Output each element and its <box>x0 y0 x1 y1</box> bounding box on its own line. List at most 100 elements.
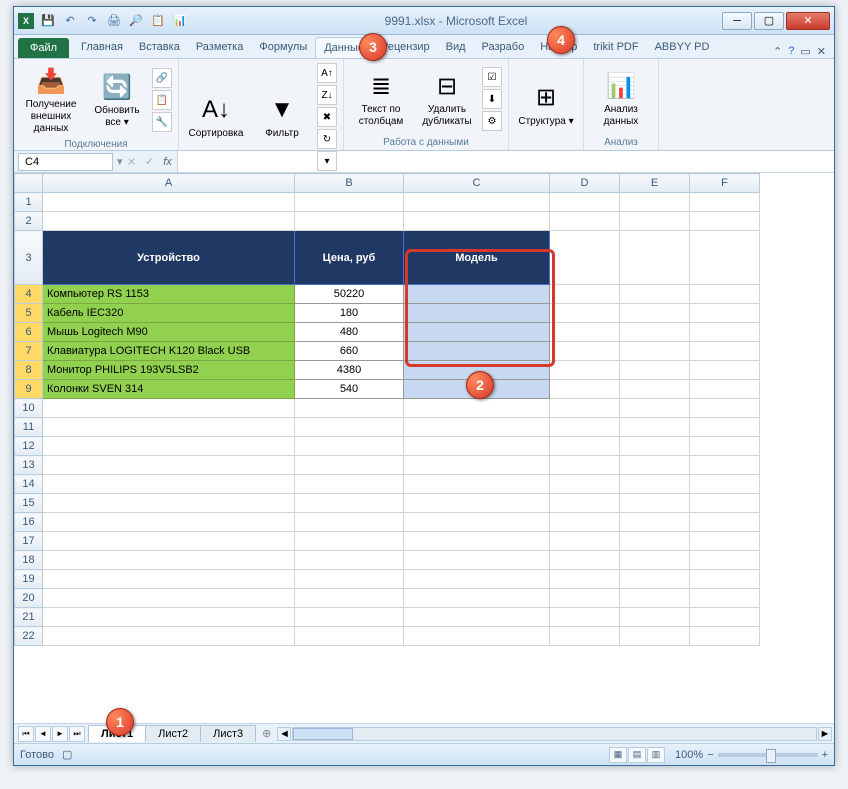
cell-F13[interactable] <box>690 456 760 475</box>
cell-A17[interactable] <box>43 532 295 551</box>
cell-E17[interactable] <box>620 532 690 551</box>
cell-A14[interactable] <box>43 475 295 494</box>
cell-B21[interactable] <box>295 608 404 627</box>
cell-B3[interactable]: Цена, руб <box>295 231 404 285</box>
page-break-view-icon[interactable]: ▥ <box>647 747 665 763</box>
cell-C11[interactable] <box>404 418 550 437</box>
cell-B9[interactable]: 540 <box>295 380 404 399</box>
worksheet-grid[interactable]: ABCDEF123УстройствоЦена, рубМодель4Компь… <box>14 173 834 723</box>
ribbon-tab-Формулы[interactable]: Формулы <box>251 37 315 58</box>
row-header-18[interactable]: 18 <box>15 551 43 570</box>
cell-B6[interactable]: 480 <box>295 323 404 342</box>
ribbon-tab-trikit PDF[interactable]: trikit PDF <box>585 37 646 58</box>
cell-F9[interactable] <box>690 380 760 399</box>
tab-first-icon[interactable]: ⏮ <box>18 726 34 742</box>
close-button[interactable]: ✕ <box>786 12 830 30</box>
cell-C19[interactable] <box>404 570 550 589</box>
ribbon-tab-Разметка[interactable]: Разметка <box>188 37 252 58</box>
zoom-out-icon[interactable]: − <box>707 749 713 761</box>
cell-E7[interactable] <box>620 342 690 361</box>
cell-D12[interactable] <box>550 437 620 456</box>
cell-C15[interactable] <box>404 494 550 513</box>
ribbon-Текст-по-столбцам[interactable]: ≣Текст по столбцам <box>350 68 412 130</box>
ribbon-tab-ABBYY PD[interactable]: ABBYY PD <box>647 37 718 58</box>
cell-B19[interactable] <box>295 570 404 589</box>
cell-E12[interactable] <box>620 437 690 456</box>
cell-D22[interactable] <box>550 627 620 646</box>
cell-E13[interactable] <box>620 456 690 475</box>
cell-A13[interactable] <box>43 456 295 475</box>
cell-D1[interactable] <box>550 193 620 212</box>
cell-B7[interactable]: 660 <box>295 342 404 361</box>
scroll-right-icon[interactable]: ► <box>818 727 832 741</box>
row-header-1[interactable]: 1 <box>15 193 43 212</box>
cell-D9[interactable] <box>550 380 620 399</box>
qat-btn-4[interactable]: 🔎 <box>126 11 146 31</box>
cell-E10[interactable] <box>620 399 690 418</box>
cell-B13[interactable] <box>295 456 404 475</box>
cell-C3[interactable]: Модель <box>404 231 550 285</box>
row-header-13[interactable]: 13 <box>15 456 43 475</box>
cell-A19[interactable] <box>43 570 295 589</box>
cell-E6[interactable] <box>620 323 690 342</box>
macro-record-icon[interactable]: ▢ <box>62 748 72 761</box>
ribbon-small-btn[interactable]: ✖ <box>317 107 337 127</box>
ribbon-small-btn[interactable]: Z↓ <box>317 85 337 105</box>
row-header-16[interactable]: 16 <box>15 513 43 532</box>
cell-B22[interactable] <box>295 627 404 646</box>
row-header-8[interactable]: 8 <box>15 361 43 380</box>
cell-A22[interactable] <box>43 627 295 646</box>
cell-D6[interactable] <box>550 323 620 342</box>
row-header-4[interactable]: 4 <box>15 285 43 304</box>
zoom-level[interactable]: 100% <box>675 749 703 761</box>
cell-A5[interactable]: Кабель IEC320 <box>43 304 295 323</box>
cell-B5[interactable]: 180 <box>295 304 404 323</box>
cell-A21[interactable] <box>43 608 295 627</box>
cell-C7[interactable] <box>404 342 550 361</box>
row-header-7[interactable]: 7 <box>15 342 43 361</box>
row-header-10[interactable]: 10 <box>15 399 43 418</box>
cell-E16[interactable] <box>620 513 690 532</box>
cell-F6[interactable] <box>690 323 760 342</box>
cell-C1[interactable] <box>404 193 550 212</box>
row-header-6[interactable]: 6 <box>15 323 43 342</box>
cell-F15[interactable] <box>690 494 760 513</box>
row-header-20[interactable]: 20 <box>15 589 43 608</box>
cell-E3[interactable] <box>620 231 690 285</box>
cell-C16[interactable] <box>404 513 550 532</box>
cell-A20[interactable] <box>43 589 295 608</box>
cell-D15[interactable] <box>550 494 620 513</box>
cell-A15[interactable] <box>43 494 295 513</box>
cell-B14[interactable] <box>295 475 404 494</box>
cell-A7[interactable]: Клавиатура LOGITECH K120 Black USB <box>43 342 295 361</box>
ribbon-Анализ-данных[interactable]: 📊Анализ данных <box>590 68 652 130</box>
cell-E20[interactable] <box>620 589 690 608</box>
cell-D3[interactable] <box>550 231 620 285</box>
cell-C4[interactable] <box>404 285 550 304</box>
row-header-5[interactable]: 5 <box>15 304 43 323</box>
cell-E1[interactable] <box>620 193 690 212</box>
zoom-slider[interactable] <box>718 753 818 757</box>
cell-B20[interactable] <box>295 589 404 608</box>
qat-btn-2[interactable]: ↷ <box>82 11 102 31</box>
ribbon-small-btn[interactable]: 🔗 <box>152 68 172 88</box>
cell-C22[interactable] <box>404 627 550 646</box>
cell-E4[interactable] <box>620 285 690 304</box>
cell-F22[interactable] <box>690 627 760 646</box>
help-icon[interactable]: ? <box>788 45 794 58</box>
tab-next-icon[interactable]: ► <box>52 726 68 742</box>
cell-F14[interactable] <box>690 475 760 494</box>
cell-E18[interactable] <box>620 551 690 570</box>
row-header-14[interactable]: 14 <box>15 475 43 494</box>
cell-E19[interactable] <box>620 570 690 589</box>
col-header-C[interactable]: C <box>404 174 550 193</box>
cell-B1[interactable] <box>295 193 404 212</box>
cell-D16[interactable] <box>550 513 620 532</box>
cell-D13[interactable] <box>550 456 620 475</box>
cell-A10[interactable] <box>43 399 295 418</box>
cell-A11[interactable] <box>43 418 295 437</box>
col-header-A[interactable]: A <box>43 174 295 193</box>
cell-A18[interactable] <box>43 551 295 570</box>
close-workbook-icon[interactable]: ✕ <box>817 45 826 58</box>
ribbon-Сортировка[interactable]: A↓Сортировка <box>185 92 247 142</box>
